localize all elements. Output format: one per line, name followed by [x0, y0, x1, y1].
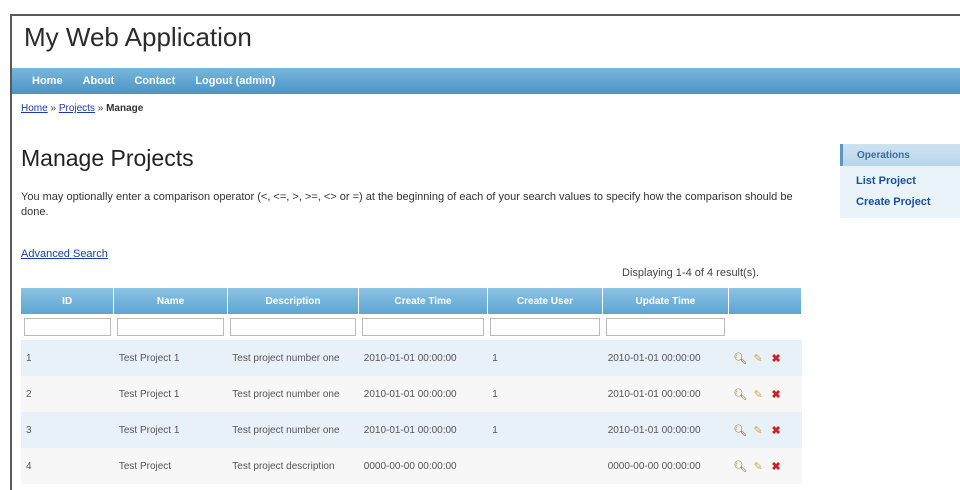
cell-name: Test Project 1 [113, 376, 228, 412]
column-header-actions [728, 288, 803, 314]
filter-cell [728, 314, 802, 340]
filter-id-input[interactable] [24, 318, 111, 336]
cell-description: Test project number one [227, 412, 359, 448]
sidebar-item-list-project[interactable]: List Project [840, 170, 960, 191]
main-menu: Home About Contact Logout (admin) [12, 68, 960, 94]
cell-update-time: 2010-01-01 00:00:00 [602, 340, 729, 376]
breadcrumb-separator: » [97, 103, 104, 114]
filter-name-input[interactable] [116, 318, 225, 336]
filter-cell [21, 314, 114, 340]
breadcrumb-separator: » [50, 103, 57, 114]
cell-name: Test Project [113, 448, 228, 484]
cell-update-time: 2010-01-01 00:00:00 [602, 412, 729, 448]
search-instructions: You may optionally enter a comparison op… [21, 191, 793, 218]
filter-create-user-input[interactable] [490, 318, 600, 336]
delete-icon[interactable]: ✖ [769, 352, 783, 365]
breadcrumb-projects[interactable]: Projects [59, 103, 95, 114]
cell-update-time: 2010-01-01 00:00:00 [602, 376, 729, 412]
page-title: Manage Projects [21, 145, 194, 171]
row-actions: 🔍︎ ✎ ✖ [728, 448, 802, 484]
advanced-search-link[interactable]: Advanced Search [21, 248, 108, 260]
column-header-create-time[interactable]: Create Time [358, 288, 488, 314]
filter-cell [602, 314, 729, 340]
menu-contact[interactable]: Contact [134, 75, 175, 87]
column-header-name[interactable]: Name [113, 288, 228, 314]
filter-cell [113, 314, 228, 340]
menu-logout[interactable]: Logout (admin) [195, 75, 275, 87]
filter-cell [487, 314, 603, 340]
filter-cell [227, 314, 359, 340]
pencil-icon[interactable]: ✎ [751, 352, 765, 365]
delete-icon[interactable]: ✖ [769, 460, 783, 473]
breadcrumb-current: Manage [106, 103, 144, 114]
browser-viewport: My Web Application Home About Contact Lo… [10, 14, 960, 490]
sidebar-menu: List Project Create Project [840, 166, 960, 218]
cell-id: 3 [21, 412, 114, 448]
cell-create-user [487, 448, 603, 484]
filter-update-time-input[interactable] [605, 318, 726, 336]
cell-description: Test project description [227, 448, 359, 484]
filter-description-input[interactable] [230, 318, 356, 336]
menu-about[interactable]: About [83, 75, 115, 87]
results-summary: Displaying 1-4 of 4 result(s). [622, 267, 759, 279]
column-header-description[interactable]: Description [227, 288, 360, 314]
cell-create-user: 1 [487, 340, 603, 376]
pencil-icon[interactable]: ✎ [751, 460, 765, 473]
table-header-row: ID Name Description Create Time Create U… [21, 288, 803, 314]
pencil-icon[interactable]: ✎ [751, 388, 765, 401]
sidebar-title: Operations [840, 144, 960, 166]
filter-create-time-input[interactable] [361, 318, 485, 336]
delete-icon[interactable]: ✖ [769, 388, 783, 401]
pencil-icon[interactable]: ✎ [751, 424, 765, 437]
breadcrumb-home[interactable]: Home [21, 103, 48, 114]
cell-description: Test project number one [227, 340, 359, 376]
magnifier-icon[interactable]: 🔍︎ [733, 388, 747, 401]
row-actions: 🔍︎ ✎ ✖ [728, 412, 802, 448]
table-row: 2 Test Project 1 Test project number one… [21, 376, 802, 412]
cell-id: 4 [21, 448, 114, 484]
column-header-id[interactable]: ID [21, 288, 115, 314]
cell-create-time: 2010-01-01 00:00:00 [358, 376, 488, 412]
cell-create-time: 0000-00-00 00:00:00 [358, 448, 488, 484]
magnifier-icon[interactable]: 🔍︎ [733, 352, 747, 365]
cell-create-time: 2010-01-01 00:00:00 [358, 340, 488, 376]
delete-icon[interactable]: ✖ [769, 424, 783, 437]
row-actions: 🔍︎ ✎ ✖ [728, 340, 802, 376]
breadcrumb: Home » Projects » Manage [21, 103, 143, 114]
sidebar-item-create-project[interactable]: Create Project [840, 191, 960, 212]
table-row: 1 Test Project 1 Test project number one… [21, 340, 802, 376]
cell-create-user: 1 [487, 376, 603, 412]
cell-name: Test Project 1 [113, 412, 228, 448]
cell-create-time: 2010-01-01 00:00:00 [358, 412, 488, 448]
app-title: My Web Application [24, 22, 252, 52]
projects-table: ID Name Description Create Time Create U… [21, 288, 803, 484]
cell-name: Test Project 1 [113, 340, 228, 376]
magnifier-icon[interactable]: 🔍︎ [733, 424, 747, 437]
filter-cell [358, 314, 488, 340]
cell-id: 1 [21, 340, 114, 376]
magnifier-icon[interactable]: 🔍︎ [733, 460, 747, 473]
table-row: 4 Test Project Test project description … [21, 448, 802, 484]
column-header-update-time[interactable]: Update Time [602, 288, 729, 314]
table-row: 3 Test Project 1 Test project number one… [21, 412, 802, 448]
operations-sidebar: Operations List Project Create Project [840, 144, 960, 218]
menu-home[interactable]: Home [32, 75, 63, 87]
cell-id: 2 [21, 376, 114, 412]
cell-description: Test project number one [227, 376, 359, 412]
cell-create-user: 1 [487, 412, 603, 448]
filter-row [21, 314, 802, 340]
column-header-create-user[interactable]: Create User [487, 288, 604, 314]
cell-update-time: 0000-00-00 00:00:00 [602, 448, 729, 484]
row-actions: 🔍︎ ✎ ✖ [728, 376, 802, 412]
